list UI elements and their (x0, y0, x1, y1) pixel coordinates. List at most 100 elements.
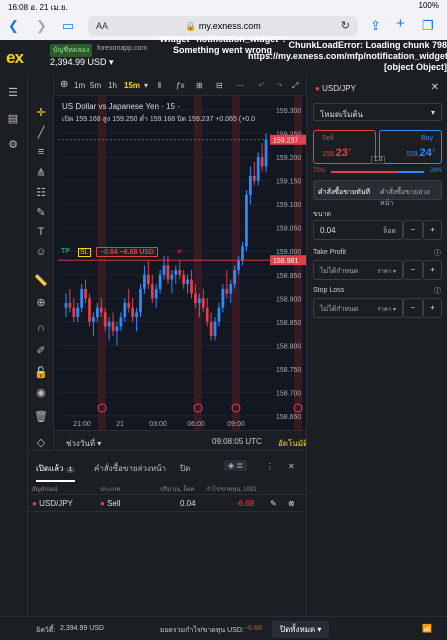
demo-badge: บัญชีทดลอง (50, 44, 93, 57)
fib-icon[interactable]: ☷ (28, 186, 54, 199)
object-tree-icon[interactable]: ◇ (28, 436, 54, 449)
buy-button[interactable]: Buy 159.247 (379, 130, 442, 164)
menu-icon[interactable]: ☰ (0, 86, 26, 99)
total-pl-label: ยอดรวมกำไร/ขาดทุน USD: (160, 627, 244, 634)
candle-body (162, 265, 166, 275)
close-position-row-icon[interactable]: ⊗ (288, 499, 295, 508)
candle-body (64, 302, 68, 308)
info-icon[interactable]: ⓘ (434, 248, 441, 258)
zoom-icon[interactable]: ⊕ (28, 296, 54, 309)
trash-icon[interactable]: 🗑 (28, 410, 54, 423)
tp-increase-button[interactable]: + (423, 260, 442, 280)
market-order-tab[interactable]: คำสั่งซื้อขายทันที (318, 187, 370, 198)
candle-body (229, 284, 233, 294)
view-toggle-icon[interactable]: ◈ ≣ (224, 460, 248, 471)
trade-symbol[interactable]: ● USD/JPY (315, 84, 356, 93)
y-tick-label: 159.300 (276, 108, 301, 115)
chart-type-icon[interactable]: ⫴ (158, 81, 161, 91)
tabs-icon[interactable]: ❐ (422, 18, 434, 34)
total-pl-value: −6.68 (244, 625, 262, 632)
timeframe-1m[interactable]: 1m (74, 81, 85, 90)
utc-clock[interactable]: 09:08:05 UTC (212, 437, 262, 446)
stop-loss-input[interactable]: ไม่ได้กำหนด ราคา ▾ (313, 298, 403, 318)
close-orders-icon[interactable]: ✕ (288, 462, 295, 471)
tab-closed[interactable]: ปิด (180, 462, 190, 475)
timeframe-dropdown-icon[interactable]: ▾ (144, 81, 148, 90)
add-symbol-icon[interactable]: ⊕ (60, 79, 68, 90)
position-pl-label: −0.04 −6.68 USD (96, 247, 159, 257)
candle-body (201, 298, 205, 308)
bookmarks-icon[interactable]: ▭ (62, 18, 74, 34)
timeframe-15m[interactable]: 15m (124, 81, 140, 90)
fullscreen-icon[interactable]: ⤢ (292, 81, 298, 91)
trendline-icon[interactable]: ╱ (28, 126, 54, 139)
auto-scale-button[interactable]: อัตโนมัติ (278, 437, 308, 450)
pending-order-tab[interactable]: คำสั่งซื้อขายล่วงหน้า (380, 187, 441, 209)
indicators-icon[interactable]: ƒx (176, 81, 184, 90)
session-band (98, 96, 106, 430)
take-profit-input[interactable]: ไม่ได้กำหนด ราคา ▾ (313, 260, 403, 280)
x-tick-label: 06:00 (187, 421, 205, 428)
candle-body (217, 307, 221, 322)
candle-body (197, 298, 201, 303)
timeframe-1h[interactable]: 1h (108, 81, 117, 90)
sl-increase-button[interactable]: + (423, 298, 442, 318)
candle-body (154, 288, 158, 299)
edit-icon[interactable]: ✎ (270, 499, 277, 508)
account-balance[interactable]: 2,394.99 USD ▾ (50, 57, 114, 68)
pitchfork-icon[interactable]: ⋔ (28, 166, 54, 179)
text-icon[interactable]: T (28, 226, 54, 238)
price-chart[interactable]: 159.300159.250159.200159.150159.100159.0… (54, 96, 306, 430)
candle-body (80, 288, 84, 308)
tp-decrease-button[interactable]: − (403, 260, 423, 280)
wallet-icon[interactable]: ▤ (0, 112, 26, 125)
layers-icon[interactable]: ⊟ (216, 81, 223, 90)
info-icon[interactable]: ⓘ (434, 286, 441, 296)
address-bar[interactable]: AA 🔒 my.exness.com ↻ (88, 16, 358, 36)
forward-icon[interactable]: ❯ (36, 18, 47, 34)
magnet-icon[interactable]: ∩ (28, 322, 54, 334)
new-tab-icon[interactable]: + (396, 15, 405, 32)
share-icon[interactable]: ⇪ (370, 18, 381, 34)
emoji-icon[interactable]: ☺ (28, 246, 54, 258)
ruler-icon[interactable]: 📏 (28, 274, 54, 287)
date-range-button[interactable]: ช่วงวันที่ ▾ (66, 437, 101, 450)
close-position-icon[interactable]: × (177, 247, 182, 256)
tab-open[interactable]: เปิดแล้ว 1 (36, 462, 76, 482)
position-tp-button[interactable]: TP (61, 248, 70, 255)
position-line-label[interactable]: TP SL −0.04 −6.68 USD × (58, 247, 188, 258)
position-sl-button[interactable]: SL (78, 248, 91, 257)
close-panel-icon[interactable]: ✕ (431, 82, 439, 93)
tab-pending[interactable]: คำสั่งซื้อขายล่วงหน้า (94, 462, 166, 475)
candle-body (182, 274, 186, 285)
undo-icon[interactable]: ↶ (258, 81, 265, 90)
brush-icon[interactable]: ✎ (28, 206, 54, 219)
back-icon[interactable]: ❮ (8, 18, 19, 34)
mode-select[interactable]: โหมดเริ่มต้น ▾ (313, 103, 442, 121)
chart-canvas[interactable]: 159.300159.250159.200159.150159.100159.0… (54, 96, 306, 430)
volume-input[interactable]: 0.04 ล็อต (313, 220, 403, 240)
reload-icon[interactable]: ↻ (341, 19, 350, 32)
lock-drawing-icon[interactable]: ✐ (28, 344, 54, 357)
current-price-label: 159.237 (273, 138, 298, 145)
timeframe-5m[interactable]: 5m (90, 81, 101, 90)
network-status-icon: 📶 (422, 624, 432, 633)
crosshair-icon[interactable]: ✛ (28, 106, 54, 119)
candle-body (115, 326, 119, 332)
volume-increase-button[interactable]: + (423, 220, 442, 240)
volume-decrease-button[interactable]: − (403, 220, 423, 240)
sell-button[interactable]: Sell 159.237 (313, 130, 376, 164)
redo-icon[interactable]: ↷ (276, 81, 283, 90)
buy-price: 159.247 (405, 147, 435, 159)
more-icon[interactable]: ⋯ (236, 81, 244, 90)
sl-decrease-button[interactable]: − (403, 298, 423, 318)
settings-icon[interactable]: ⚙ (0, 138, 26, 151)
channel-icon[interactable]: ≡ (28, 146, 54, 158)
lock-icon[interactable]: 🔓 (28, 366, 54, 379)
candle-body (264, 139, 268, 167)
close-all-button[interactable]: ปิดทั้งหมด ▾ (272, 621, 330, 638)
y-tick-label: 158.750 (276, 367, 301, 374)
layout-icon[interactable]: ⊞ (196, 81, 203, 90)
more-options-icon[interactable]: ⋮ (266, 462, 274, 471)
eye-icon[interactable]: ◉ (28, 386, 54, 399)
